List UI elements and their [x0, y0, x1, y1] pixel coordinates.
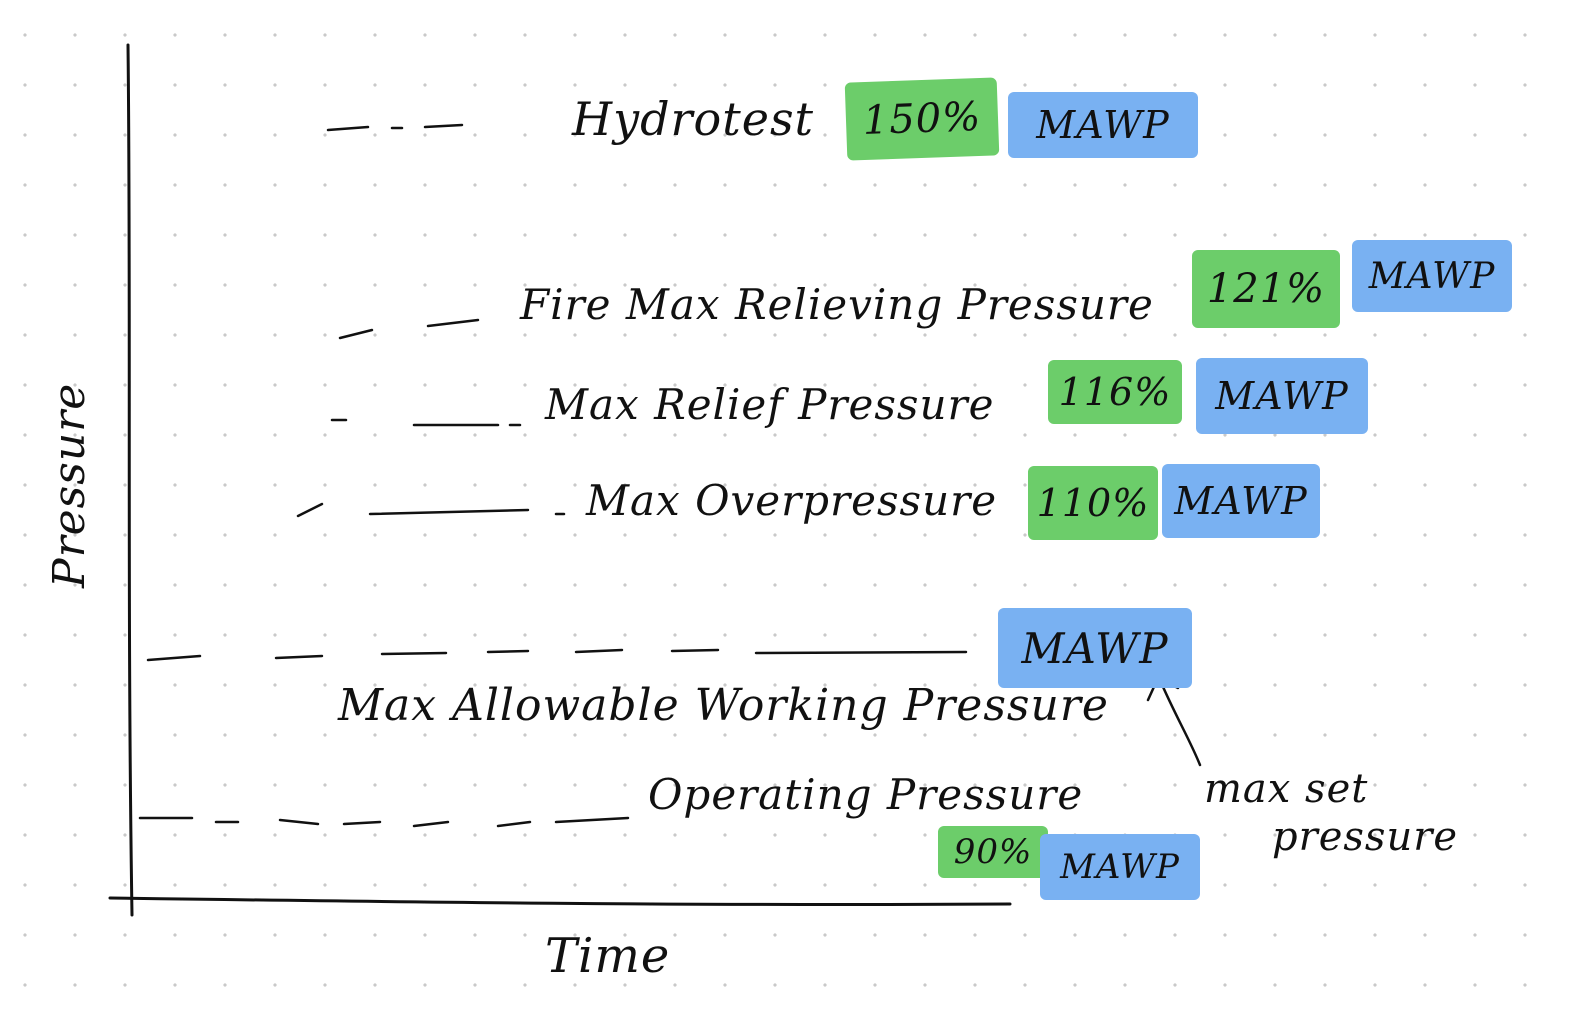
max-relief-mawp-badge: MAWP	[1196, 358, 1368, 434]
arrow-line	[1158, 678, 1202, 767]
operating-percent-badge: 90%	[938, 826, 1048, 878]
mawp-badge: MAWP	[998, 608, 1192, 688]
fire-max-relieving-dash-line	[338, 318, 480, 340]
max-overpressure-label: Max Overpressure	[586, 476, 998, 525]
y-axis-line	[126, 43, 134, 917]
fire-max-relieving-mawp-badge: MAWP	[1352, 240, 1512, 312]
operating-label: Operating Pressure	[648, 770, 1084, 819]
hydrotest-percent-badge: 150%	[844, 77, 1000, 161]
annotation-line-1: max set	[1204, 766, 1369, 812]
hydrotest-dash-line	[326, 123, 464, 132]
operating-mawp-badge: MAWP	[1040, 834, 1200, 900]
max-overpressure-mawp-badge: MAWP	[1162, 464, 1320, 538]
hydrotest-label: Hydrotest	[572, 92, 815, 146]
mawp-dash-line	[146, 648, 968, 662]
fire-max-relieving-percent-badge: 121%	[1192, 250, 1340, 328]
x-axis-label: Time	[545, 928, 671, 984]
fire-max-relieving-label: Fire Max Relieving Pressure	[520, 280, 1154, 329]
max-overpressure-percent-badge: 110%	[1028, 466, 1158, 540]
max-relief-percent-badge: 116%	[1048, 360, 1182, 424]
max-relief-label: Max Relief Pressure	[545, 380, 995, 429]
x-axis-line	[108, 896, 1012, 907]
y-axis-label: Pressure	[44, 382, 95, 588]
hydrotest-mawp-badge: MAWP	[1008, 92, 1198, 158]
annotation-line-2: pressure	[1272, 814, 1459, 860]
mawp-label: Max Allowable Working Pressure	[338, 680, 1109, 731]
max-relief-dash-line	[330, 418, 522, 427]
max-overpressure-dash-line	[296, 502, 566, 518]
operating-dash-line	[138, 816, 630, 828]
